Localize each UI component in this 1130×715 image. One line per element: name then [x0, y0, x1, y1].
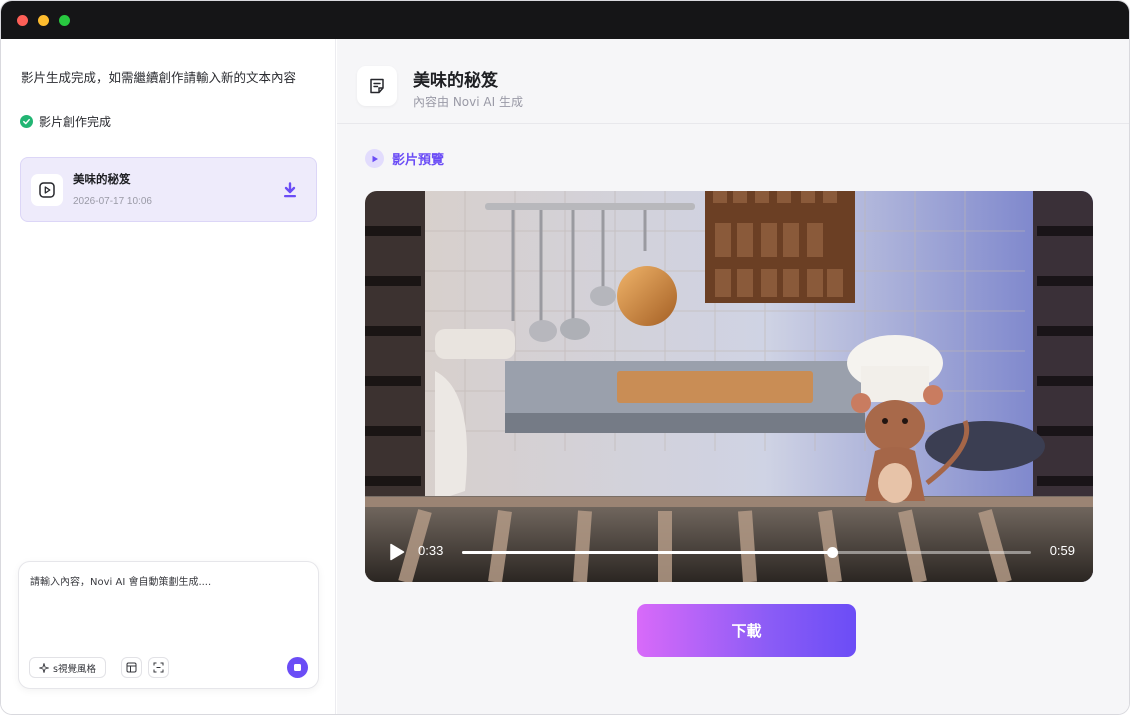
stop-generation-button[interactable] [287, 657, 308, 678]
status-row: 影片創作完成 [20, 113, 111, 130]
play-icon[interactable] [389, 543, 405, 561]
document-icon [357, 66, 397, 106]
sidebar: 影片生成完成，如需繼續創作請輸入新的文本內容 影片創作完成 美味的秘笈 2026… [1, 39, 336, 714]
progress-fill [462, 551, 832, 554]
sparkle-icon [39, 662, 49, 673]
download-button[interactable]: 下載 [637, 604, 856, 657]
page-title: 美味的秘笈 [413, 71, 498, 91]
sidebar-hint: 影片生成完成，如需繼續創作請輸入新的文本內容 [21, 70, 297, 85]
main-header: 美味的秘笈 內容由 Novi AI 生成 [337, 39, 1129, 124]
card-date: 2026-07-17 10:06 [73, 196, 152, 207]
main-panel: 美味的秘笈 內容由 Novi AI 生成 影片預覽 0:33 0:59 下載 [337, 39, 1129, 714]
check-circle-icon [20, 115, 33, 128]
title-bar [1, 1, 1129, 39]
layout-icon [126, 662, 137, 673]
preview-section-label: 影片預覽 [365, 149, 444, 168]
play-circle-icon [365, 149, 384, 168]
progress-handle[interactable] [826, 547, 838, 558]
duration: 0:59 [1049, 543, 1075, 558]
card-title: 美味的秘笈 [73, 172, 131, 186]
current-time: 0:33 [418, 543, 444, 558]
status-text: 影片創作完成 [39, 115, 112, 129]
minimize-window-button[interactable] [38, 15, 49, 26]
visual-style-label: s視覺風格 [53, 663, 96, 675]
stop-icon [294, 664, 301, 671]
app-window: 影片生成完成，如需繼續創作請輸入新的文本內容 影片創作完成 美味的秘笈 2026… [0, 0, 1130, 715]
maximize-window-button[interactable] [59, 15, 70, 26]
prompt-input[interactable]: 請輸入內容，Novi AI 會自動策劃生成.... [30, 573, 211, 588]
close-window-button[interactable] [17, 15, 28, 26]
video-result-card[interactable]: 美味的秘笈 2026-07-17 10:06 [20, 157, 317, 222]
prompt-composer[interactable]: 請輸入內容，Novi AI 會自動策劃生成.... s視覺風格 [18, 561, 319, 689]
page-subtitle: 內容由 Novi AI 生成 [413, 95, 523, 109]
layout-button[interactable] [121, 657, 142, 678]
video-player[interactable]: 0:33 0:59 [365, 191, 1093, 582]
preview-label: 影片預覽 [392, 153, 445, 168]
scan-icon [153, 662, 164, 673]
video-file-icon [31, 174, 63, 206]
visual-style-button[interactable]: s視覺風格 [29, 657, 106, 678]
download-icon[interactable] [280, 180, 300, 200]
progress-track[interactable] [462, 547, 1031, 558]
video-controls: 0:33 0:59 [365, 522, 1093, 582]
scan-button[interactable] [148, 657, 169, 678]
